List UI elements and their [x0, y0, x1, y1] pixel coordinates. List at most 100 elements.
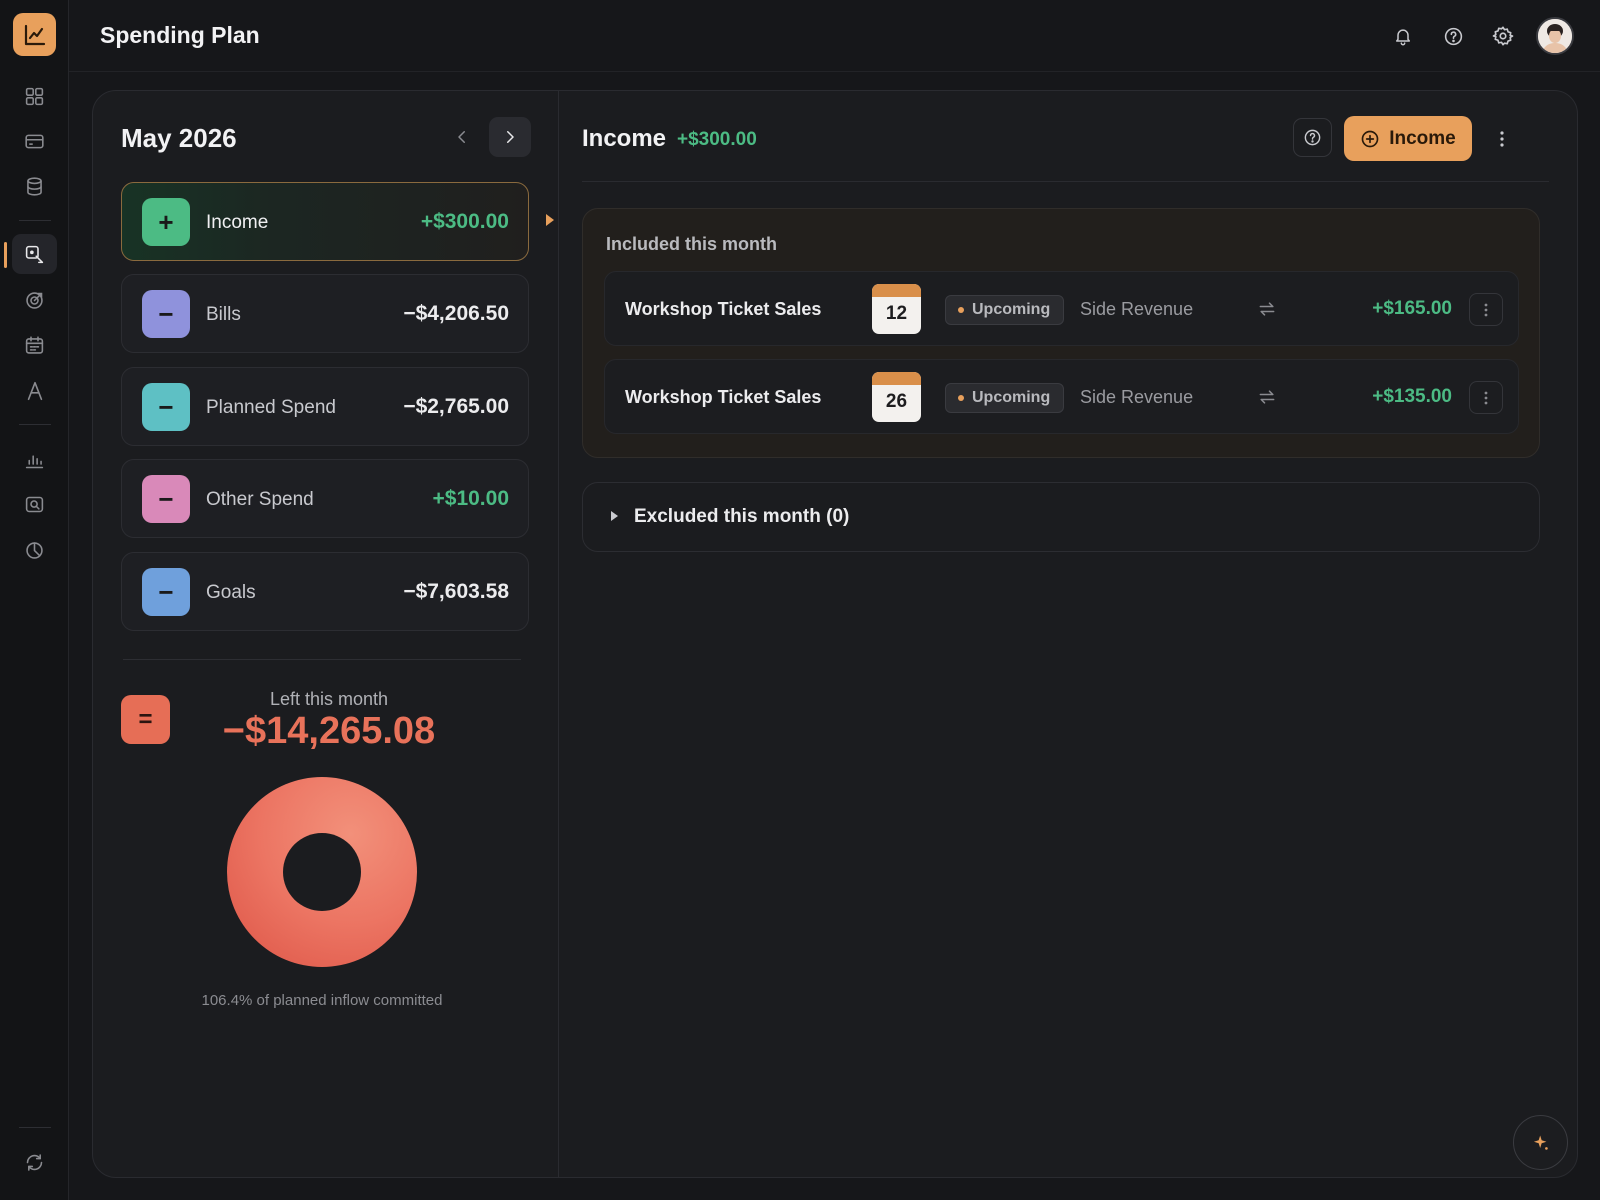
- sidebar-item-cards[interactable]: [12, 121, 57, 161]
- income-row[interactable]: Workshop Ticket Sales 12 Upcoming Side R…: [604, 271, 1519, 346]
- help-button[interactable]: [1439, 22, 1467, 50]
- database-icon: [24, 176, 45, 197]
- status-dot: [958, 395, 964, 401]
- calendar-date-icon: 26: [872, 372, 921, 422]
- sync-button[interactable]: [12, 1142, 57, 1182]
- included-title: Included this month: [606, 234, 777, 254]
- sidebar-item-calendar[interactable]: [12, 325, 57, 365]
- summary-divider: [123, 659, 521, 660]
- chart-line-icon: [23, 23, 47, 47]
- category-amount: −$4,206.50: [403, 302, 509, 325]
- assistant-button[interactable]: [1513, 1115, 1568, 1170]
- sidebar-item-recurring[interactable]: [12, 371, 57, 411]
- sidebar-item-goals[interactable]: [12, 280, 57, 320]
- grid-icon: [24, 86, 45, 107]
- caret-right-icon: [611, 511, 618, 521]
- plus-icon: +: [142, 198, 190, 246]
- detail-more-button[interactable]: [1489, 124, 1515, 154]
- transfer-arrows-icon: [1257, 299, 1277, 319]
- clock-pie-icon: [24, 540, 45, 561]
- app-logo[interactable]: [13, 13, 56, 56]
- settings-button[interactable]: [1489, 22, 1517, 50]
- category-amount: −$2,765.00: [403, 395, 509, 418]
- sidebar-divider: [19, 1127, 51, 1128]
- detail-total: +$300.00: [677, 129, 757, 150]
- sidebar-item-search-transactions[interactable]: [12, 484, 57, 524]
- row-more-button[interactable]: [1469, 293, 1503, 326]
- font-icon: [24, 380, 46, 402]
- sidebar-item-accounts[interactable]: [12, 166, 57, 206]
- row-more-button[interactable]: [1469, 381, 1503, 414]
- row-day: 26: [885, 391, 908, 412]
- left-this-month-amount: −$14,265.08: [222, 710, 436, 752]
- search-report-icon: [24, 494, 45, 515]
- month-label: May 2026: [121, 123, 237, 153]
- row-category: Side Revenue: [1080, 387, 1194, 407]
- left-this-month-label: Left this month: [269, 689, 389, 709]
- category-amount: +$10.00: [432, 487, 510, 510]
- calendar-date-icon: 12: [872, 284, 921, 334]
- notifications-button[interactable]: [1389, 22, 1417, 50]
- sparkle-icon: [1531, 1133, 1551, 1153]
- plan-summary-panel: May 2026 + Income +$300.00 − Bills −$4,2…: [93, 91, 559, 1177]
- bell-icon: [1393, 26, 1413, 46]
- category-label: Other Spend: [206, 489, 314, 510]
- minus-icon: −: [142, 568, 190, 616]
- detail-title: Income: [582, 125, 667, 152]
- sidebar-item-reports[interactable]: [12, 440, 57, 480]
- detail-help-button[interactable]: [1293, 118, 1332, 157]
- sidebar-divider: [19, 424, 51, 425]
- committed-caption: 106.4% of planned inflow committed: [201, 992, 443, 1009]
- category-label: Bills: [206, 304, 241, 325]
- selected-pointer: [546, 214, 554, 226]
- sidebar-item-dashboard[interactable]: [12, 76, 57, 116]
- help-icon: [1303, 128, 1322, 147]
- status-badge: Upcoming: [945, 295, 1065, 325]
- row-category: Side Revenue: [1080, 299, 1194, 319]
- add-income-button[interactable]: Income: [1344, 116, 1472, 161]
- category-label: Goals: [206, 582, 256, 603]
- sidebar-item-history[interactable]: [12, 530, 57, 570]
- calendar-icon: [24, 335, 45, 356]
- sidebar-item-spending-plan[interactable]: [12, 234, 57, 274]
- page-title: Spending Plan: [100, 22, 260, 48]
- excluded-title: Excluded this month (0): [634, 506, 850, 527]
- sidebar: [0, 0, 69, 1200]
- excluded-section-toggle[interactable]: Excluded this month (0): [582, 482, 1540, 552]
- top-bar: Spending Plan: [69, 0, 1600, 72]
- category-label: Planned Spend: [206, 397, 336, 418]
- minus-icon: −: [142, 290, 190, 338]
- category-other-spend[interactable]: − Other Spend +$10.00: [121, 459, 529, 538]
- spending-plan-icon: [24, 244, 45, 265]
- add-income-label: Income: [1389, 127, 1456, 149]
- avatar[interactable]: [1536, 17, 1574, 55]
- row-day: 12: [885, 303, 908, 324]
- row-name: Workshop Ticket Sales: [625, 299, 822, 319]
- category-amount: +$300.00: [420, 210, 509, 233]
- bar-chart-icon: [24, 450, 45, 471]
- category-goals[interactable]: − Goals −$7,603.58: [121, 552, 529, 631]
- row-amount: +$135.00: [1372, 386, 1452, 407]
- more-vertical-icon: [1484, 303, 1488, 317]
- help-icon: [1443, 26, 1464, 47]
- prev-month-button[interactable]: [441, 117, 483, 157]
- more-vertical-icon: [1500, 131, 1504, 147]
- minus-icon: −: [142, 475, 190, 523]
- category-planned-spend[interactable]: − Planned Spend −$2,765.00: [121, 367, 529, 446]
- category-bills[interactable]: − Bills −$4,206.50: [121, 274, 529, 353]
- credit-card-icon: [24, 131, 45, 152]
- chevron-right-icon: [501, 128, 519, 146]
- category-amount: −$7,603.58: [403, 580, 509, 603]
- next-month-button[interactable]: [489, 117, 531, 157]
- included-section: Included this month Workshop Ticket Sale…: [582, 208, 1540, 458]
- income-row[interactable]: Workshop Ticket Sales 26 Upcoming Side R…: [604, 359, 1519, 434]
- category-income[interactable]: + Income +$300.00: [121, 182, 529, 261]
- gear-icon: [1492, 25, 1514, 47]
- plus-circle-icon: [1360, 129, 1380, 149]
- donut-hole: [283, 833, 361, 911]
- detail-divider: [582, 181, 1549, 182]
- refresh-icon: [24, 1152, 45, 1173]
- active-indicator: [4, 242, 7, 268]
- category-label: Income: [206, 212, 269, 233]
- chevron-left-icon: [453, 128, 471, 146]
